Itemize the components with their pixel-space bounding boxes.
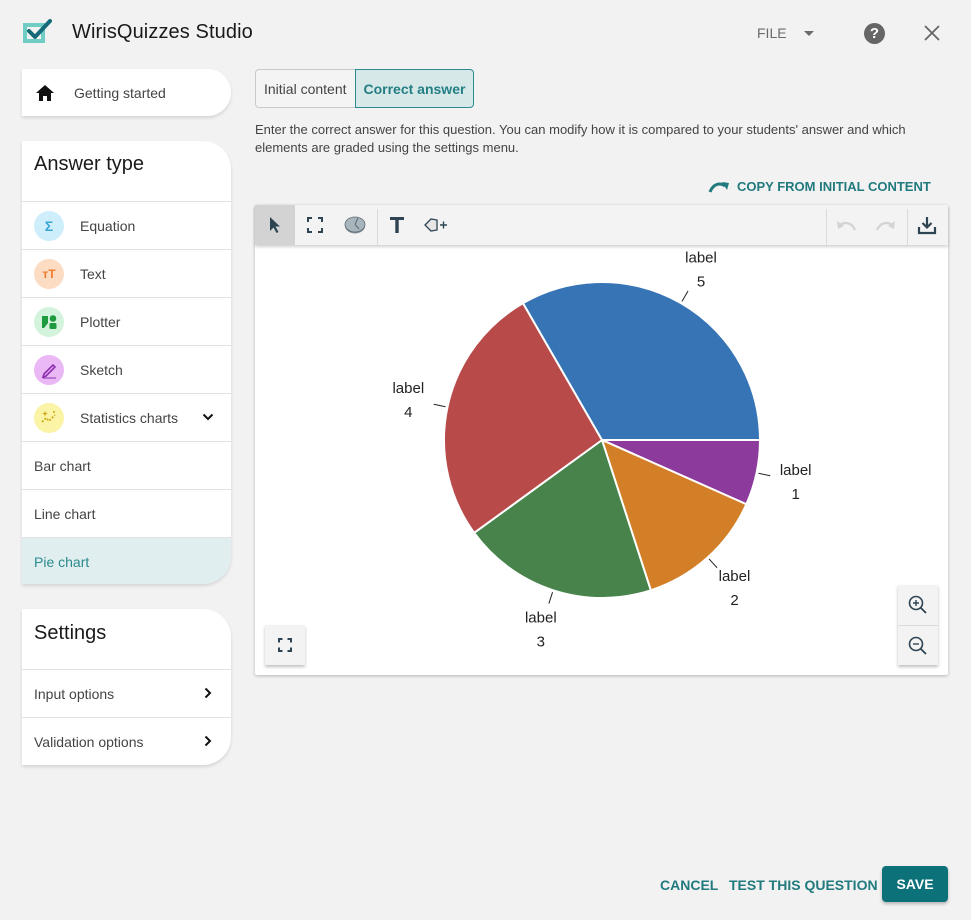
pie-slice-value: 2 [730, 592, 738, 609]
select-tool-button[interactable] [255, 205, 295, 245]
getting-started-button[interactable]: Getting started [22, 69, 231, 116]
download-icon [917, 217, 937, 235]
copy-link-label: COPY FROM INITIAL CONTENT [737, 179, 931, 194]
settings-item-label: Input options [34, 685, 115, 702]
pie-slice-value: 1 [792, 486, 800, 503]
settings-title: Settings [34, 622, 107, 644]
undo-button[interactable] [826, 205, 866, 245]
test-question-button[interactable]: TEST THIS QUESTION [729, 877, 878, 893]
pie-slice-value: 3 [537, 633, 545, 650]
undo-icon [837, 221, 857, 231]
text-tool-icon [390, 217, 404, 233]
pie-slice-label: label [525, 609, 557, 626]
text-tool-button[interactable] [377, 205, 417, 245]
chart-type-pie-chart[interactable]: Pie chart [22, 537, 231, 584]
pie-slice-value: 5 [697, 274, 705, 291]
logo-checkbox-icon [23, 19, 52, 43]
redo-button[interactable] [866, 205, 906, 245]
chevron-right-icon [204, 735, 212, 747]
answer-type-label: Statistics charts [80, 409, 179, 426]
shapes-icon [34, 306, 64, 337]
answer-type-sketch[interactable]: Sketch [22, 345, 231, 393]
chart-type-label: Pie chart [34, 553, 90, 570]
fullscreen-icon [278, 638, 292, 652]
answer-type-label: Text [80, 265, 106, 282]
answer-type-statistics-charts[interactable]: Statistics charts [22, 393, 231, 441]
zoom-out-button[interactable] [898, 625, 938, 665]
chart-editor: label 1 label 2 label 3 label 4 label 5 [255, 205, 948, 675]
pie-slice-label: label [719, 568, 751, 585]
download-button[interactable] [907, 205, 947, 245]
pie-leader-line [681, 290, 689, 302]
selection-frame-tool-button[interactable] [295, 205, 335, 245]
fullscreen-button[interactable] [265, 625, 305, 665]
chevron-right-icon [204, 687, 212, 699]
settings-input-options[interactable]: Input options [22, 669, 231, 717]
answer-type-plotter[interactable]: Plotter [22, 297, 231, 345]
pie-slice-label: label [685, 250, 717, 267]
pie-chart[interactable]: label 1 label 2 label 3 label 4 label 5 [255, 245, 948, 675]
sigma-icon: Σ [34, 210, 64, 241]
caret-down-icon [803, 30, 814, 36]
home-icon [36, 84, 54, 101]
close-icon[interactable] [922, 23, 942, 43]
pie-leader-line [433, 403, 446, 408]
redo-icon [875, 221, 895, 231]
sparkle-chart-icon [34, 402, 64, 433]
settings-panel: Settings Input options Validation option… [22, 609, 231, 765]
save-button[interactable]: SAVE [882, 866, 948, 902]
answer-type-title: Answer type [34, 153, 145, 175]
getting-started-label: Getting started [74, 84, 166, 101]
cancel-button[interactable]: CANCEL [660, 877, 718, 893]
chart-type-line-chart[interactable]: Line chart [22, 489, 231, 537]
pencil-icon [34, 354, 64, 385]
add-shape-icon [424, 218, 447, 232]
app-title: WirisQuizzes Studio [72, 21, 253, 43]
pie-slice-value: 4 [404, 404, 412, 421]
answer-type-panel: Answer type Σ Equation тT Text Plotter S… [22, 141, 231, 584]
selection-frame-icon [307, 217, 323, 233]
help-icon[interactable]: ? [864, 23, 885, 44]
answer-type-label: Equation [80, 217, 136, 234]
redo-arrow-icon [708, 181, 729, 193]
chart-type-label: Bar chart [34, 457, 91, 474]
zoom-in-button[interactable] [898, 585, 938, 625]
zoom-out-icon [908, 636, 927, 655]
pie-tool-button[interactable] [335, 205, 375, 245]
instructions-text: Enter the correct answer for this questi… [255, 122, 906, 155]
chevron-down-icon[interactable] [202, 411, 214, 423]
pie-chart-icon [344, 216, 366, 234]
settings-item-label: Validation options [34, 733, 144, 750]
zoom-in-icon [908, 595, 927, 614]
copy-from-initial-content-button[interactable]: COPY FROM INITIAL CONTENT [708, 179, 931, 194]
pie-leader-line [708, 558, 718, 569]
pie-leader-line [548, 592, 554, 604]
add-shape-tool-button[interactable] [417, 205, 457, 245]
tab-correct-answer[interactable]: Correct answer [354, 69, 475, 108]
settings-validation-options[interactable]: Validation options [22, 717, 231, 765]
select-arrow-icon [270, 217, 280, 233]
pie-leader-line [758, 472, 771, 477]
content-tabs: Initial content Correct answer [255, 69, 475, 108]
app-header: WirisQuizzes Studio FILE ? [0, 0, 971, 66]
pie-slice-label: label [780, 462, 812, 479]
text-size-icon: тT [34, 258, 64, 289]
pie-slice-label: label [392, 380, 424, 397]
editor-toolbar [255, 205, 948, 245]
tab-initial-content[interactable]: Initial content [255, 69, 355, 108]
answer-type-equation[interactable]: Σ Equation [22, 201, 231, 249]
chart-type-label: Line chart [34, 505, 96, 522]
file-menu-button[interactable]: FILE [757, 25, 814, 41]
answer-type-text[interactable]: тT Text [22, 249, 231, 297]
chart-type-bar-chart[interactable]: Bar chart [22, 441, 231, 489]
zoom-controls [898, 585, 938, 665]
answer-type-label: Sketch [80, 361, 123, 378]
file-menu-label: FILE [757, 25, 787, 41]
answer-type-label: Plotter [80, 313, 121, 330]
